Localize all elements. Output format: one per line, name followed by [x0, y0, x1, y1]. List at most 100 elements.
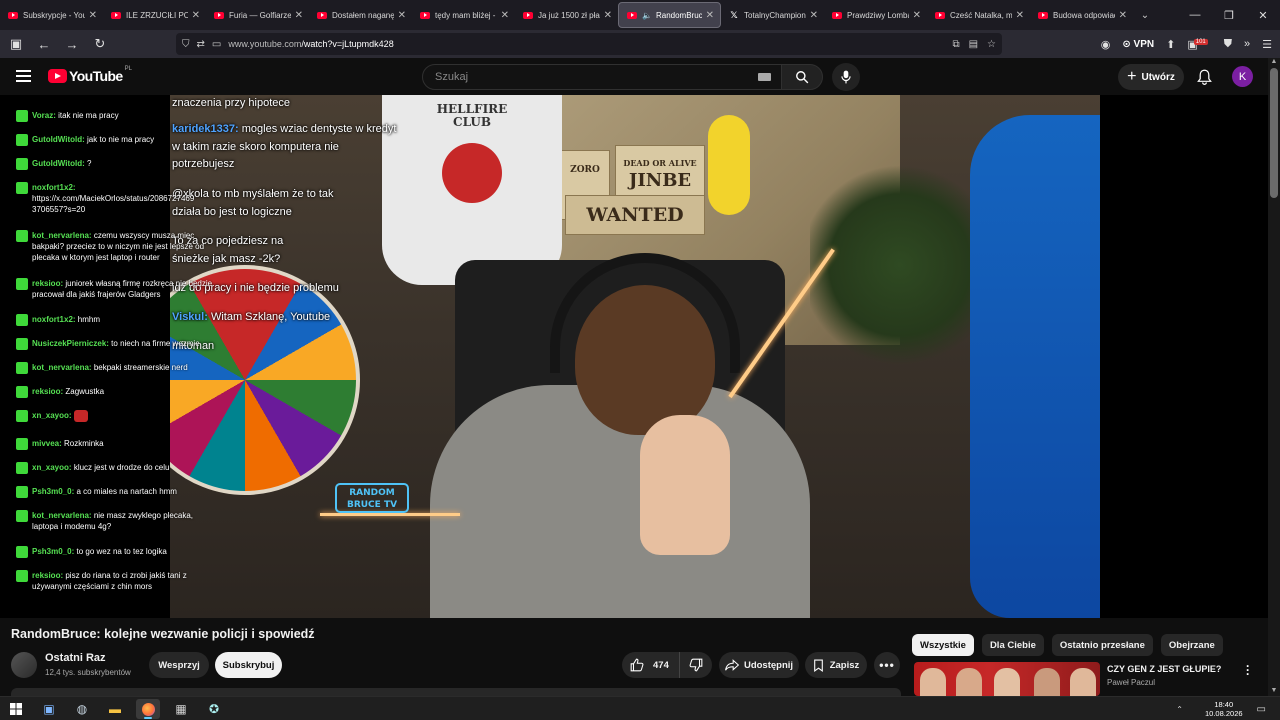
keyboard-icon[interactable]: [758, 73, 771, 81]
close-tab-icon[interactable]: ✕: [501, 10, 509, 21]
taskbar-app-explorer[interactable]: ▬: [103, 699, 127, 719]
description-box[interactable]: [11, 688, 901, 696]
chat-username: xn_xayoo:: [32, 463, 72, 472]
account-avatar[interactable]: K: [1232, 66, 1253, 87]
recommendation-channel[interactable]: Paweł Paczul: [1107, 678, 1155, 687]
chat-badge-icon: [16, 134, 28, 146]
start-button[interactable]: [4, 699, 28, 719]
browser-tab[interactable]: Dostałem naganę ✕: [309, 2, 412, 28]
guide-menu-icon[interactable]: [16, 70, 31, 82]
subscribe-button[interactable]: Subskrybuj: [215, 652, 282, 678]
filter-chip[interactable]: Wszystkie: [912, 634, 974, 656]
privacy-icon[interactable]: ⛊: [1224, 38, 1232, 51]
recommendation-menu-icon[interactable]: · · ·: [1246, 660, 1250, 680]
recommendation-thumbnail[interactable]: [914, 662, 1100, 696]
voice-search-button[interactable]: [832, 63, 860, 91]
recommendation-title[interactable]: CZY GEN Z JEST GŁUPIE?: [1107, 664, 1221, 674]
close-tab-icon[interactable]: ✕: [604, 10, 612, 21]
close-tab-icon[interactable]: ✕: [810, 10, 818, 21]
taskbar-app-steam[interactable]: ◍: [70, 699, 94, 719]
close-tab-icon[interactable]: ✕: [398, 10, 406, 21]
browser-tab[interactable]: tędy mam bliżej - ✕: [412, 2, 515, 28]
support-button[interactable]: Wesprzyj: [149, 652, 209, 678]
filter-chip[interactable]: Obejrzane: [1160, 634, 1223, 656]
browser-tab[interactable]: Ja już 1500 zł płac ✕: [515, 2, 618, 28]
chat-badge-icon: [16, 486, 28, 498]
youtube-play-icon: [48, 69, 67, 83]
extension-icon[interactable]: ⬆: [1166, 38, 1175, 51]
more-extensions-icon[interactable]: »: [1244, 38, 1250, 50]
chat-username: noxfort1x2:: [32, 315, 76, 324]
share-button[interactable]: Udostępnij: [719, 652, 799, 678]
menu-icon[interactable]: ☰: [1262, 38, 1272, 51]
shield-icon[interactable]: ⛉: [182, 39, 190, 50]
chat-username: kot_nervarlena:: [32, 231, 92, 240]
filter-chip[interactable]: Ostatnio przesłane: [1051, 634, 1153, 656]
browser-tab[interactable]: ILE ZRZUCIŁI PO PI ✕: [103, 2, 206, 28]
close-tab-icon[interactable]: ✕: [1016, 10, 1024, 21]
url-bar[interactable]: ⛉ ⇄ ▭ www.youtube.com/watch?v=jLtupmdk42…: [176, 33, 1002, 55]
taskbar-app-calculator[interactable]: ▦: [169, 699, 193, 719]
close-tab-icon[interactable]: ✕: [192, 10, 200, 21]
youtube-icon: [1038, 11, 1048, 19]
close-tab-icon[interactable]: ✕: [295, 10, 303, 21]
vpn-button[interactable]: ⊙ VPN: [1122, 39, 1154, 50]
search-button[interactable]: [781, 64, 823, 90]
chat-message: kot_nervarlena: czemu wszyscy musza miec…: [16, 230, 216, 263]
close-window-icon[interactable]: ✕: [1246, 0, 1280, 30]
filter-chip[interactable]: Dla Ciebie: [981, 634, 1044, 656]
restore-icon[interactable]: ❐: [1212, 0, 1246, 30]
back-icon[interactable]: ←: [32, 32, 56, 56]
create-button[interactable]: + Utwórz: [1118, 64, 1184, 90]
scroll-down-icon[interactable]: ▼: [1270, 687, 1278, 694]
close-tab-icon[interactable]: ✕: [1119, 10, 1127, 21]
close-tab-icon[interactable]: ✕: [89, 10, 97, 21]
extension-shield-icon[interactable]: ◉: [1101, 38, 1111, 51]
close-tab-icon[interactable]: ✕: [913, 10, 921, 21]
speaker-icon[interactable]: 🔈: [642, 11, 652, 20]
site-info-icon[interactable]: ▭: [212, 39, 221, 50]
like-dislike-group: 474: [622, 652, 712, 678]
browser-tab[interactable]: Cześć Natalka, m ✕: [927, 2, 1030, 28]
bookmark-icon: [813, 659, 823, 672]
screenshot-icon[interactable]: ▤: [969, 39, 978, 50]
pip-icon[interactable]: ⧉: [952, 39, 959, 50]
scroll-up-icon[interactable]: ▲: [1270, 58, 1278, 65]
taskbar-app-firefox[interactable]: [136, 699, 160, 719]
dislike-button[interactable]: [680, 652, 712, 678]
tab-overflow-chevron-icon[interactable]: ⌄: [1133, 10, 1157, 21]
browser-tab[interactable]: 🔈RandomBruce ✕: [618, 2, 721, 28]
browser-tab[interactable]: Subskrypcje - YouTube ✕: [0, 2, 103, 28]
search-input[interactable]: [423, 65, 743, 89]
clock[interactable]: 18:40 10.08.2026: [1205, 700, 1243, 718]
tab-title: tędy mam bliżej -: [435, 10, 496, 20]
channel-avatar[interactable]: [11, 652, 37, 678]
browser-tab[interactable]: Prawdziwy Lombard ✕: [824, 2, 927, 28]
page-scrollbar[interactable]: ▲ ▼: [1268, 58, 1280, 696]
save-button[interactable]: Zapisz: [805, 652, 867, 678]
taskbar-app-computer[interactable]: ▣: [37, 699, 61, 719]
close-tab-icon[interactable]: ✕: [706, 10, 714, 21]
reload-icon[interactable]: ↻: [88, 32, 112, 56]
taskbar-app-misc[interactable]: ✪: [202, 699, 226, 719]
chat-badge-icon: [16, 462, 28, 474]
minimize-icon[interactable]: —: [1178, 0, 1212, 30]
channel-name[interactable]: Ostatni Raz: [45, 652, 106, 664]
youtube-logo[interactable]: YouTube PL: [48, 66, 132, 84]
chat-message-text: itak nie ma pracy: [58, 111, 119, 120]
notifications-button[interactable]: [1194, 67, 1214, 87]
sidebar-toggle-icon[interactable]: ▣: [4, 32, 28, 56]
like-button[interactable]: 474: [622, 652, 680, 678]
forward-icon[interactable]: →: [60, 32, 84, 56]
url-text[interactable]: www.youtube.com/watch?v=jLtupmdk428: [228, 39, 393, 49]
permissions-icon[interactable]: ⇄: [197, 39, 205, 50]
notification-center-icon[interactable]: ▭: [1257, 704, 1266, 715]
tray-expand-icon[interactable]: ⌃: [1176, 705, 1183, 714]
extension-counter-icon[interactable]: ▣101: [1187, 38, 1211, 51]
browser-tab[interactable]: Budowa odpowiad ✕: [1030, 2, 1133, 28]
more-actions-button[interactable]: •••: [874, 652, 900, 678]
browser-tab[interactable]: 𝕏 TotalnyChampion ✕: [721, 2, 824, 28]
browser-tab[interactable]: Furia — Golfiarze ✕: [206, 2, 309, 28]
scrollbar-thumb[interactable]: [1270, 68, 1278, 198]
bookmark-star-icon[interactable]: ☆: [987, 39, 996, 50]
